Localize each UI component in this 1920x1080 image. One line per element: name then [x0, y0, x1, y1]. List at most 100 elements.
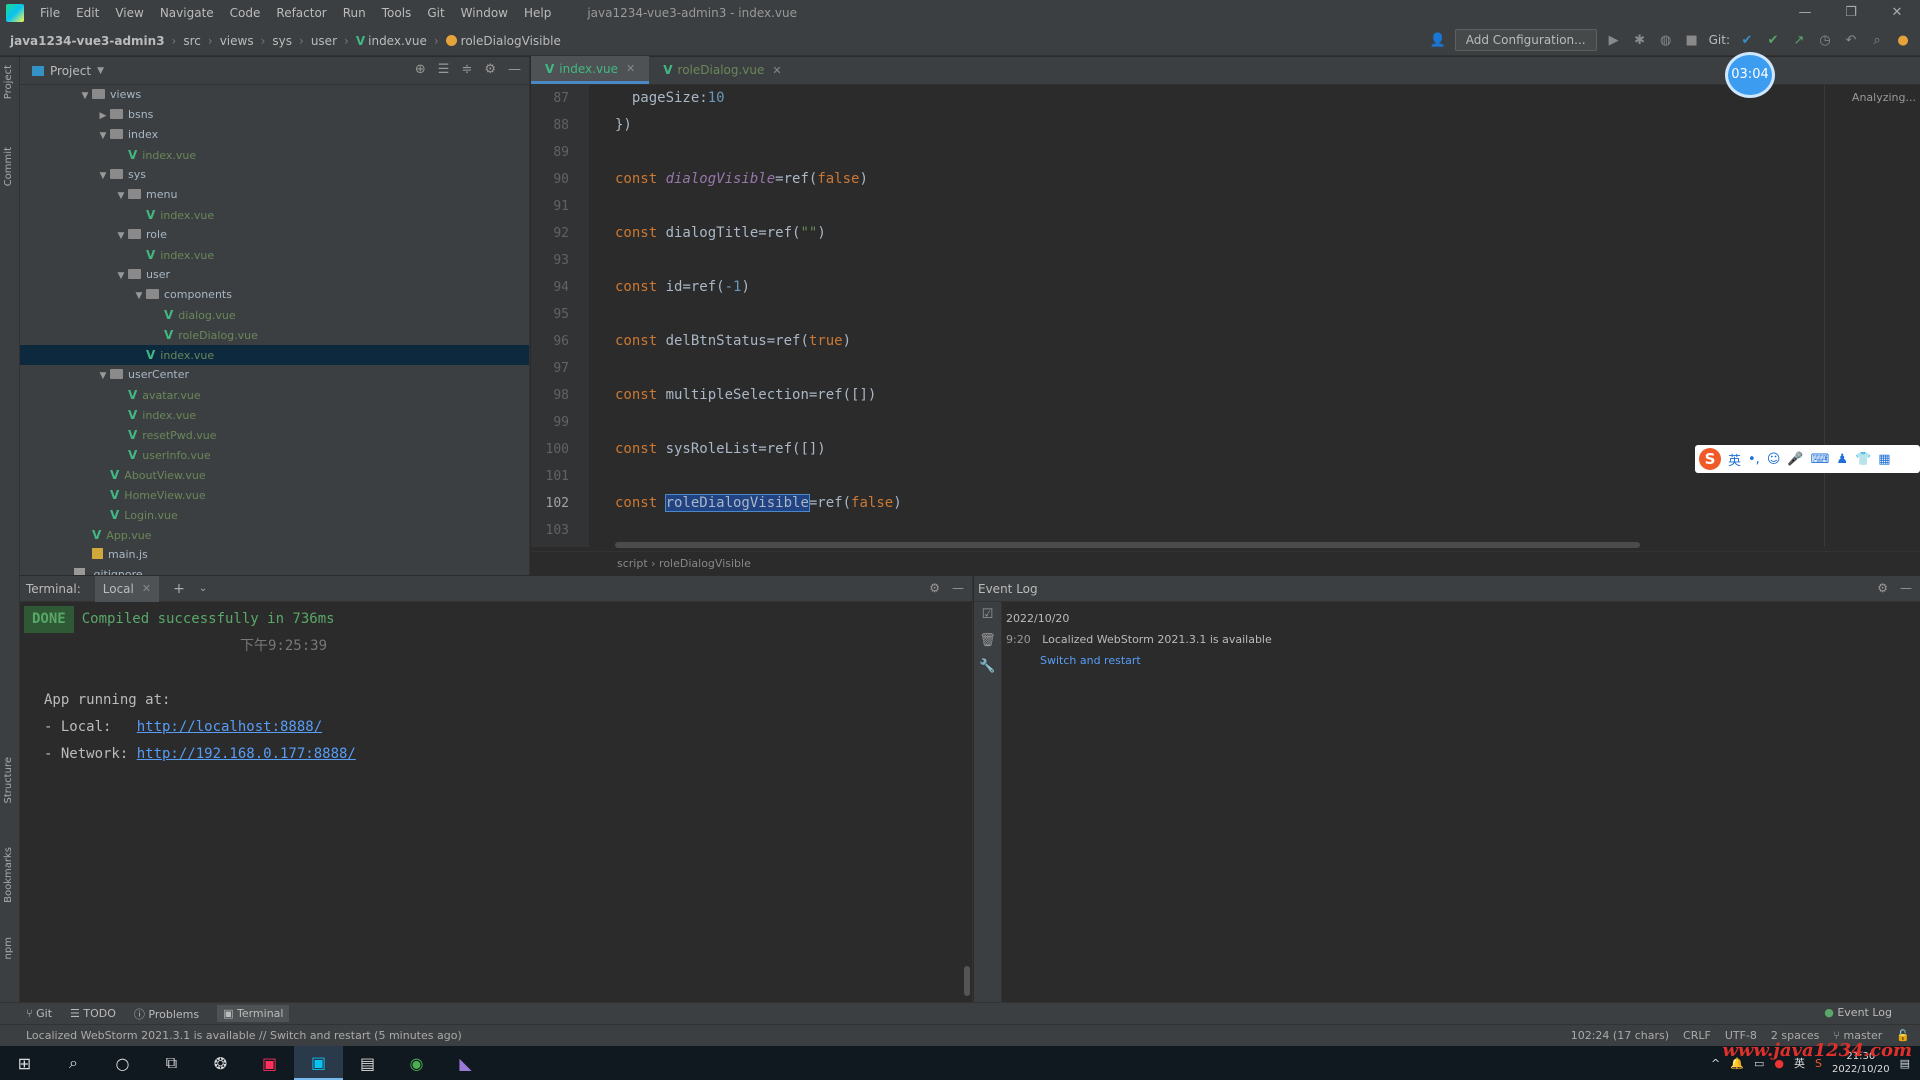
tray-expand-icon[interactable]: ^ — [1711, 1057, 1720, 1070]
ime-punctuation-icon[interactable]: •, — [1748, 452, 1760, 467]
wrench-icon[interactable]: 🔧 — [974, 654, 1001, 680]
tree-file[interactable]: V AboutView.vue — [20, 465, 529, 485]
tab-index-vue[interactable]: V index.vue ✕ — [531, 56, 650, 84]
tree-file[interactable]: Vindex.vue — [20, 245, 529, 265]
code-line[interactable] — [615, 517, 1820, 544]
breadcrumb-project[interactable]: java1234-vue3-admin3 — [10, 34, 165, 48]
ime-voice-icon[interactable]: 🎤 — [1787, 452, 1803, 467]
app-vs-icon[interactable]: ◣ — [441, 1046, 490, 1080]
tree-folder[interactable]: ▼ components — [20, 285, 529, 305]
git-update-icon[interactable]: ✔ — [1738, 33, 1756, 48]
gear-icon[interactable]: ⚙ — [1877, 581, 1888, 595]
tree-file[interactable]: V Login.vue — [20, 505, 529, 525]
npm-tool-tab[interactable]: npm — [3, 937, 14, 959]
code-area[interactable]: pageSize:10}) const dialogVisible=ref(fa… — [615, 85, 1820, 547]
close-icon[interactable]: ✕ — [626, 62, 635, 75]
chevron-down-icon[interactable]: ▼ — [132, 286, 146, 306]
menu-refactor[interactable]: Refactor — [268, 6, 334, 20]
tree-folder[interactable]: ▼ views — [20, 85, 529, 105]
code-line[interactable] — [615, 463, 1820, 490]
search-icon[interactable]: ⌕ — [49, 1046, 98, 1080]
coverage-icon[interactable]: ◍ — [1657, 33, 1675, 48]
chevron-down-icon[interactable]: ▼ — [114, 186, 128, 206]
chevron-down-icon[interactable]: ▼ — [114, 266, 128, 286]
close-icon[interactable]: ✕ — [142, 582, 151, 595]
project-panel-title[interactable]: Project — [50, 64, 91, 78]
ime-skin-icon[interactable]: ♟ — [1836, 452, 1848, 467]
tab-local[interactable]: Local ✕ — [94, 575, 160, 602]
todo-tool-tab[interactable]: ☰ TODO — [70, 1007, 116, 1020]
problems-tool-tab[interactable]: ⓘ Problems — [134, 1006, 199, 1022]
chevron-down-icon[interactable]: ▼ — [97, 66, 104, 76]
hide-icon[interactable]: — — [508, 62, 521, 77]
tree-file[interactable]: V HomeView.vue — [20, 485, 529, 505]
commit-tool-tab[interactable]: Commit — [3, 147, 14, 186]
chevron-down-icon[interactable]: ▼ — [114, 226, 128, 246]
line-separator[interactable]: CRLF — [1683, 1029, 1711, 1042]
code-line[interactable]: const dialogVisible=ref(false) — [615, 166, 1820, 193]
tree-file[interactable]: VroleDialog.vue — [20, 325, 529, 345]
code-line[interactable] — [615, 139, 1820, 166]
windows-start-icon[interactable]: ⊞ — [0, 1046, 49, 1080]
tree-folder[interactable]: ▼ user — [20, 265, 529, 285]
gear-icon[interactable]: ⚙ — [484, 62, 496, 77]
app-notepad-icon[interactable]: ▤ — [343, 1046, 392, 1080]
add-configuration-button[interactable]: Add Configuration... — [1454, 29, 1597, 51]
tree-folder[interactable]: ▼ sys — [20, 165, 529, 185]
caret-position[interactable]: 102:24 (17 chars) — [1571, 1029, 1669, 1042]
breadcrumb-user[interactable]: user — [311, 34, 337, 48]
code-line[interactable] — [615, 301, 1820, 328]
tree-folder[interactable]: ▼ menu — [20, 185, 529, 205]
code-line[interactable]: const id=ref(-1) — [615, 274, 1820, 301]
menu-view[interactable]: View — [107, 6, 151, 20]
git-push-icon[interactable]: ↗ — [1790, 33, 1808, 48]
ime-keyboard-icon[interactable]: ⌨ — [1811, 452, 1830, 467]
bookmarks-tool-tab[interactable]: Bookmarks — [3, 847, 14, 903]
code-line[interactable]: const sysRoleList=ref([]) — [615, 436, 1820, 463]
git-tool-tab[interactable]: ⑂ Git — [26, 1007, 52, 1020]
tree-folder[interactable]: ▼ index — [20, 125, 529, 145]
code-line[interactable]: pageSize:10 — [615, 85, 1820, 112]
ime-grid-icon[interactable]: ▦ — [1878, 452, 1890, 467]
code-line[interactable] — [615, 193, 1820, 220]
expand-all-icon[interactable]: ☰ — [438, 62, 450, 77]
app-webstorm-icon[interactable]: ▣ — [294, 1046, 343, 1080]
tree-folder[interactable]: ▶ bsns — [20, 105, 529, 125]
structure-tool-tab[interactable]: Structure — [3, 757, 14, 804]
breadcrumb-views[interactable]: views — [220, 34, 254, 48]
history-icon[interactable]: ◷ — [1816, 33, 1834, 48]
hide-icon[interactable]: — — [952, 581, 964, 595]
stop-icon[interactable]: ■ — [1683, 33, 1701, 48]
app-chrome-icon[interactable]: ◉ — [392, 1046, 441, 1080]
debug-icon[interactable]: ✱ — [1631, 33, 1649, 48]
code-line[interactable]: }) — [615, 112, 1820, 139]
task-view-icon[interactable]: ⧉ — [147, 1046, 196, 1080]
tree-file[interactable]: Vindex.vue — [20, 205, 529, 225]
close-icon[interactable]: ✕ — [772, 64, 781, 77]
code-line[interactable]: const roleDialogVisible=ref(false) — [615, 490, 1820, 517]
add-tab-icon[interactable]: + — [173, 581, 185, 597]
mark-read-icon[interactable]: ☑ — [974, 602, 1001, 628]
code-line[interactable] — [615, 409, 1820, 436]
chevron-down-icon[interactable]: ▼ — [96, 126, 110, 146]
minimize-button[interactable]: — — [1782, 0, 1828, 26]
tree-file[interactable]: Vindex.vue — [20, 405, 529, 425]
code-line[interactable] — [615, 247, 1820, 274]
breadcrumb-sys[interactable]: sys — [272, 34, 292, 48]
tree-file[interactable]: main.js — [20, 545, 529, 565]
menu-tools[interactable]: Tools — [374, 6, 420, 20]
chevron-down-icon[interactable]: ▼ — [78, 86, 92, 106]
tree-folder[interactable]: ▼ role — [20, 225, 529, 245]
chevron-down-icon[interactable]: ▼ — [96, 366, 110, 386]
tree-file[interactable]: Vindex.vue — [20, 345, 529, 365]
network-url-link[interactable]: http://192.168.0.177:8888/ — [137, 746, 356, 762]
app-intellij-icon[interactable]: ▣ — [245, 1046, 294, 1080]
chevron-right-icon[interactable]: ▶ — [96, 106, 110, 126]
run-icon[interactable]: ▶ — [1605, 33, 1623, 48]
local-url-link[interactable]: http://localhost:8888/ — [137, 719, 322, 735]
tree-file[interactable]: Vindex.vue — [20, 145, 529, 165]
horizontal-scrollbar[interactable] — [615, 542, 1640, 548]
maximize-button[interactable]: ❐ — [1828, 0, 1874, 26]
menu-navigate[interactable]: Navigate — [152, 6, 222, 20]
status-message[interactable]: Localized WebStorm 2021.3.1 is available… — [26, 1029, 462, 1042]
